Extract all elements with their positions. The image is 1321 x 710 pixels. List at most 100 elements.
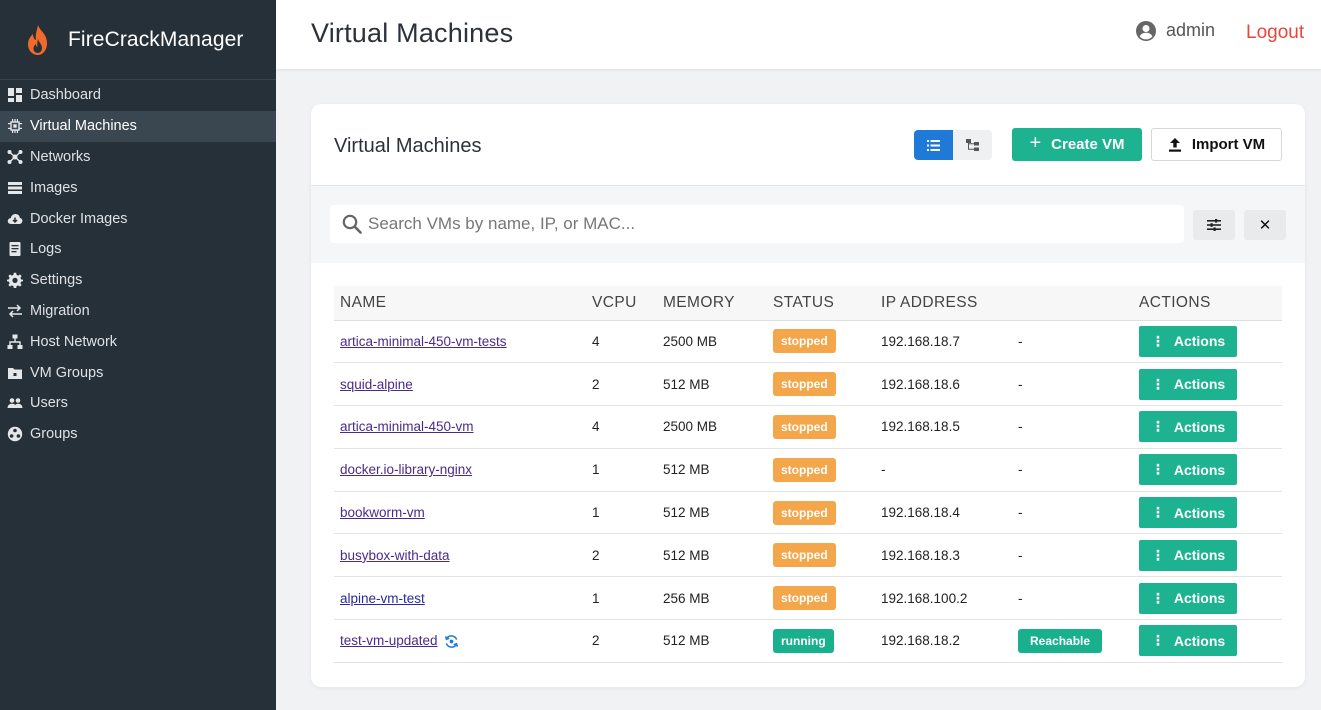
vm-name-link[interactable]: artica-minimal-450-vm-tests [340, 334, 507, 349]
sidebar-item-label: VM Groups [30, 364, 104, 381]
col-name[interactable]: NAME [334, 286, 586, 321]
vm-name-link[interactable]: docker.io-library-nginx [340, 462, 472, 477]
sidebar-item-virtual-machines[interactable]: Virtual Machines [0, 110, 276, 142]
search-input[interactable] [368, 214, 1168, 234]
clear-search-button[interactable]: ✕ [1244, 210, 1286, 240]
ip-address-value: 192.168.18.7 [881, 333, 960, 349]
actions-button[interactable]: ⋮ Actions [1139, 411, 1237, 443]
sidebar-item-migration[interactable]: Migration [0, 296, 276, 327]
file-icon [6, 240, 24, 258]
ip-address-value: 192.168.18.5 [881, 419, 960, 435]
vm-name-link[interactable]: test-vm-updated [340, 633, 438, 648]
vcpu-value: 1 [592, 505, 600, 521]
vcpu-value: 2 [592, 376, 600, 392]
create-vm-button[interactable]: + Create VM [1012, 128, 1142, 161]
flame-logo-icon [24, 23, 52, 57]
sidebar-item-groups[interactable]: Groups [0, 419, 276, 450]
actions-button[interactable]: ⋮ Actions [1139, 368, 1237, 400]
actions-label: Actions [1173, 333, 1226, 350]
tree-view-button[interactable] [953, 130, 992, 160]
status-badge: running [773, 628, 834, 653]
actions-label: Actions [1173, 504, 1226, 521]
sidebar-item-dashboard[interactable]: Dashboard [0, 80, 276, 111]
actions-button[interactable]: ⋮ Actions [1139, 625, 1237, 657]
filter-button[interactable] [1193, 210, 1235, 240]
reachability-value: - [1018, 590, 1023, 606]
vm-name-link[interactable]: bookworm-vm [340, 505, 425, 520]
sync-icon[interactable] [444, 634, 459, 649]
sidebar-item-docker-images[interactable]: Docker Images [0, 203, 276, 234]
status-badge: stopped [773, 372, 836, 397]
sidebar-item-users[interactable]: Users [0, 388, 276, 419]
actions-button[interactable]: ⋮ Actions [1139, 582, 1237, 614]
status-badge: stopped [773, 329, 836, 354]
vm-table-wrap: NAME VCPU MEMORY STATUS IP ADDRESS ACTIO… [334, 286, 1282, 663]
actions-button[interactable]: ⋮ Actions [1139, 325, 1237, 357]
ip-address-value: 192.168.18.6 [881, 376, 960, 392]
vm-card: Virtual Machines + Create VM Import VM ✕ [311, 104, 1305, 687]
sidebar: FireCrackManager Dashboard Virtual Machin… [0, 0, 276, 710]
sidebar-item-label: Host Network [30, 333, 118, 350]
logout-link[interactable]: Logout [1246, 22, 1304, 44]
sidebar-item-networks[interactable]: Networks [0, 142, 276, 173]
sidebar-item-logs[interactable]: Logs [0, 234, 276, 265]
sidebar-item-host-network[interactable]: Host Network [0, 326, 276, 357]
memory-value: 256 MB [663, 590, 710, 606]
sidebar-item-label: Docker Images [30, 210, 128, 227]
vm-name-link[interactable]: squid-alpine [340, 377, 413, 392]
sidebar-item-label: Migration [30, 302, 90, 319]
sitemap-icon [6, 333, 24, 351]
col-memory[interactable]: MEMORY [657, 286, 767, 321]
actions-label: Actions [1173, 461, 1226, 478]
group-icon [6, 425, 24, 443]
sidebar-item-images[interactable]: Images [0, 172, 276, 203]
actions-button[interactable]: ⋮ Actions [1139, 497, 1237, 529]
brand[interactable]: FireCrackManager [0, 0, 276, 80]
sitemap-icon [965, 139, 979, 151]
page-title: Virtual Machines [311, 18, 514, 48]
reachability-value: - [1018, 505, 1023, 521]
col-vcpu[interactable]: VCPU [586, 286, 657, 321]
kebab-icon: ⋮ [1150, 332, 1165, 349]
table-row: busybox-with-data 2 512 MB stopped 192.168.1… [334, 534, 1282, 577]
kebab-icon: ⋮ [1150, 504, 1165, 521]
sidebar-item-label: Users [30, 395, 68, 412]
actions-button[interactable]: ⋮ Actions [1139, 454, 1237, 486]
app-name: FireCrackManager [68, 27, 244, 51]
ip-address-value: 192.168.100.2 [881, 590, 968, 606]
vm-name-link[interactable]: busybox-with-data [340, 548, 450, 563]
upload-icon [1168, 137, 1181, 152]
status-badge: stopped [773, 543, 836, 568]
col-status[interactable]: STATUS [767, 286, 875, 321]
sidebar-item-label: Groups [30, 426, 78, 443]
search-box [330, 205, 1184, 243]
sidebar-item-vm-groups[interactable]: VM Groups [0, 357, 276, 388]
card-title: Virtual Machines [334, 135, 482, 157]
sidebar-item-settings[interactable]: Settings [0, 265, 276, 296]
view-toggle [914, 130, 992, 160]
vm-name-link[interactable]: alpine-vm-test [340, 591, 425, 606]
import-vm-label: Import VM [1191, 136, 1266, 153]
sidebar-item-label: Settings [30, 272, 83, 289]
dashboard-icon [6, 86, 24, 104]
vcpu-value: 2 [592, 547, 600, 563]
actions-button[interactable]: ⋮ Actions [1139, 539, 1237, 571]
sidebar-nav: Dashboard Virtual Machines Networks Images D… [0, 80, 276, 450]
user-circle-icon [1136, 20, 1156, 41]
col-ip-address[interactable]: IP ADDRESS [875, 286, 1012, 321]
import-vm-button[interactable]: Import VM [1151, 128, 1282, 161]
images-icon [6, 179, 24, 197]
swap-icon [6, 302, 24, 320]
table-header-row: NAME VCPU MEMORY STATUS IP ADDRESS ACTIO… [334, 286, 1282, 321]
ip-address-value: 192.168.18.3 [881, 547, 960, 563]
reachability-value: - [1018, 419, 1023, 435]
list-view-button[interactable] [914, 130, 953, 160]
sidebar-item-label: Networks [30, 148, 91, 165]
table-row: artica-minimal-450-vm 4 2500 MB stopped 192.… [334, 406, 1282, 449]
folder-icon [6, 364, 24, 382]
user-menu[interactable]: admin [1136, 20, 1215, 41]
kebab-icon: ⋮ [1150, 589, 1165, 606]
vm-name-link[interactable]: artica-minimal-450-vm [340, 419, 474, 434]
sidebar-item-label: Images [30, 179, 78, 196]
memory-value: 512 MB [663, 633, 710, 649]
